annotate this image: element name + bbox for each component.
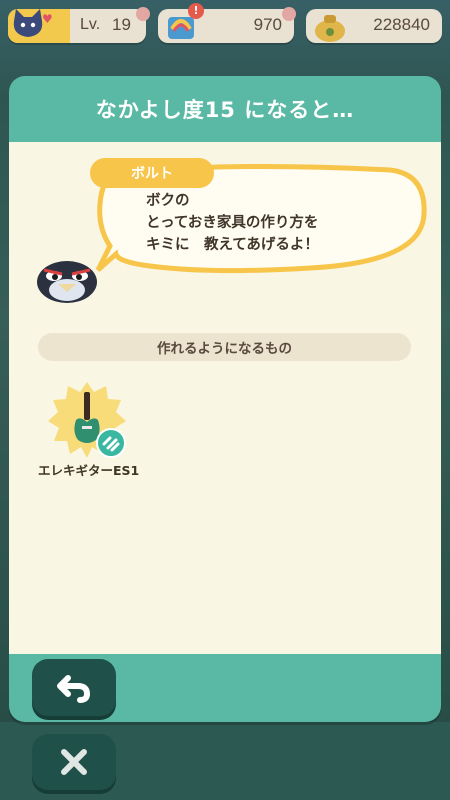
- back-arrow-icon: [57, 674, 91, 703]
- level-label: Lv.: [80, 16, 101, 33]
- bell-bag-icon: [315, 15, 345, 42]
- bells-value: 228840: [373, 15, 430, 34]
- item-name: エレキギターES1: [38, 463, 140, 478]
- close-button[interactable]: [32, 734, 116, 790]
- dialogue-line: キミに 教えてあげるよ！: [146, 237, 319, 253]
- modal-title: なかよし度15 になると…: [95, 98, 355, 122]
- unlock-section-header: 作れるようになるもの: [38, 333, 411, 361]
- villager-portrait-icon: [37, 261, 97, 303]
- diy-recipe-icon: [96, 428, 126, 458]
- back-button[interactable]: [32, 659, 116, 716]
- dialogue-line: とっておき家具の作り方を: [146, 215, 319, 231]
- close-x-icon: [61, 749, 87, 775]
- level-pill[interactable]: ♥ Lv. 19: [8, 7, 150, 43]
- tickets-value: 970: [253, 15, 282, 34]
- speech-bubble: ボルト ボクの とっておき家具の作り方を キミに 教えてあげるよ！: [90, 158, 430, 274]
- reward-item[interactable]: エレキギターES1: [38, 380, 148, 480]
- ticket-alert-icon: !: [188, 3, 204, 19]
- notification-dot: [136, 7, 150, 21]
- dialogue-text: ボクの とっておき家具の作り方を キミに 教えてあげるよ！: [146, 190, 426, 256]
- bells-pill[interactable]: 228840: [306, 9, 442, 43]
- heart-icon: ♥: [42, 12, 53, 26]
- status-bar: ♥ Lv. 19 ! 970 228840: [0, 0, 450, 52]
- notification-dot: [282, 7, 296, 21]
- speaker-name: ボルト: [90, 158, 214, 188]
- dialogue-line: ボクの: [146, 193, 190, 209]
- tickets-pill[interactable]: ! 970: [158, 3, 296, 43]
- level-value: 19: [112, 15, 131, 34]
